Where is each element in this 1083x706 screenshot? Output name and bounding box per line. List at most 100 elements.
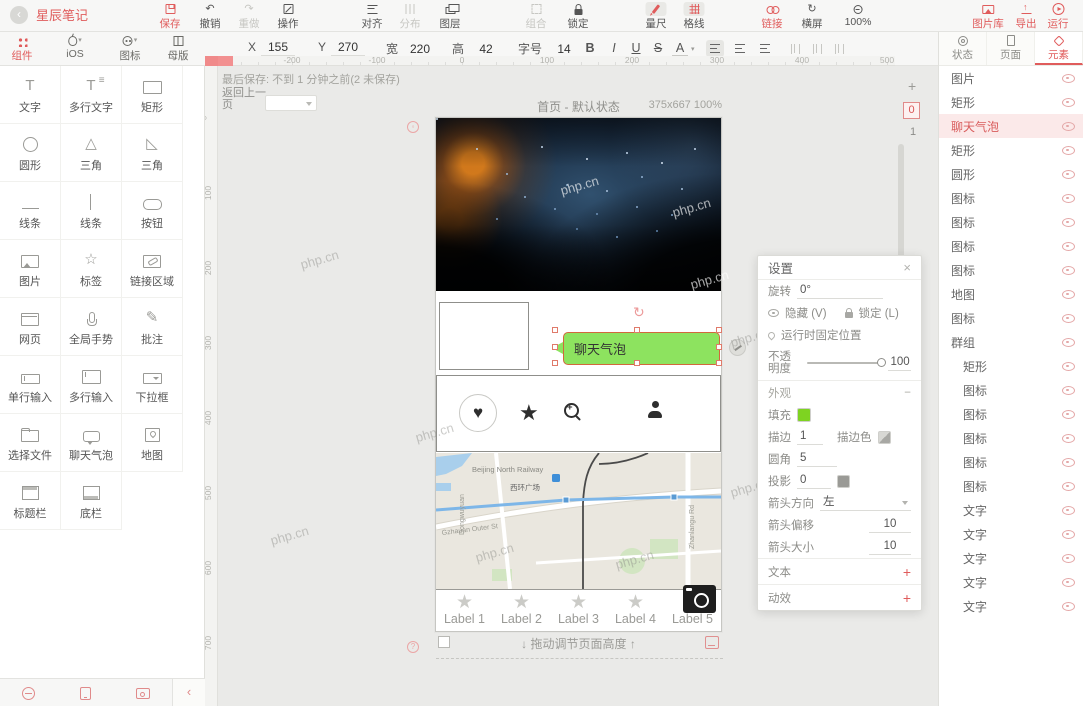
selection-handle[interactable]: [716, 360, 722, 366]
element-row[interactable]: 文字: [939, 546, 1083, 570]
visibility-eye-icon[interactable]: [1062, 169, 1074, 179]
element-row[interactable]: 矩形: [939, 138, 1083, 162]
element-row[interactable]: 文字: [939, 522, 1083, 546]
element-row[interactable]: 群组: [939, 330, 1083, 354]
font-color-caret-icon[interactable]: ▾: [691, 45, 695, 53]
selection-handle[interactable]: [552, 360, 558, 366]
visibility-eye-icon[interactable]: [1062, 73, 1074, 83]
visibility-eye-icon[interactable]: [1062, 457, 1074, 467]
camera-icon[interactable]: [683, 585, 716, 613]
tab-元素[interactable]: 元素: [1035, 32, 1083, 65]
selection-handle[interactable]: [634, 327, 640, 333]
gallery-button[interactable]: 图片库: [972, 2, 1004, 31]
strikethrough-button[interactable]: S: [650, 41, 666, 55]
visibility-eye-icon[interactable]: [1062, 217, 1074, 227]
element-row[interactable]: 图片: [939, 66, 1083, 90]
images-icon[interactable]: [136, 685, 150, 700]
lock-toggle[interactable]: 锁定 (L): [859, 305, 899, 321]
visibility-eye-icon[interactable]: [1062, 337, 1074, 347]
visibility-eye-icon[interactable]: [1062, 505, 1074, 515]
heart-circle-icon[interactable]: ♥: [459, 394, 497, 432]
link-handle-icon[interactable]: [729, 339, 746, 356]
element-row[interactable]: 地图: [939, 282, 1083, 306]
tab-状态[interactable]: 状态: [939, 32, 987, 65]
back-icon[interactable]: ‹: [10, 6, 28, 24]
library-tab-3[interactable]: 母版: [168, 34, 189, 63]
element-row[interactable]: 矩形: [939, 90, 1083, 114]
visibility-eye-icon[interactable]: [1062, 313, 1074, 323]
visibility-eye-icon[interactable]: [1062, 361, 1074, 371]
component-bottombar[interactable]: 底栏: [61, 472, 122, 530]
visibility-eye-icon[interactable]: [1062, 433, 1074, 443]
selection-handle[interactable]: [552, 327, 558, 333]
selection-handle[interactable]: [552, 344, 558, 350]
shadow-input[interactable]: 0: [797, 473, 831, 489]
element-row[interactable]: 聊天气泡: [939, 114, 1083, 138]
prop-input[interactable]: 155: [261, 40, 295, 56]
element-row[interactable]: 图标: [939, 186, 1083, 210]
landscape-button[interactable]: ↻横屏: [802, 2, 823, 31]
page-help-badge-icon[interactable]: ?: [407, 641, 419, 653]
visibility-eye-icon[interactable]: [1062, 145, 1074, 155]
state-1-button[interactable]: 1: [910, 126, 916, 138]
person-icon[interactable]: [647, 401, 663, 418]
component-tri[interactable]: △三角: [61, 124, 122, 182]
component-mapicon[interactable]: 地图: [122, 414, 183, 472]
tab-item-4[interactable]: ★Label 4: [607, 590, 664, 632]
component-file[interactable]: 选择文件: [0, 414, 61, 472]
fixed-position-toggle[interactable]: 运行时固定位置: [781, 327, 862, 343]
opacity-input[interactable]: 100: [888, 355, 911, 371]
fill-color-swatch[interactable]: [797, 408, 811, 422]
component-note[interactable]: ✎批注: [122, 298, 183, 356]
component-tag[interactable]: ☆标签: [61, 240, 122, 298]
rotate-input[interactable]: 0°: [797, 283, 883, 299]
link-button[interactable]: 链接: [762, 2, 783, 31]
element-row[interactable]: 图标: [939, 210, 1083, 234]
component-linkarea[interactable]: 链接区域: [122, 240, 183, 298]
selection-handle[interactable]: [634, 360, 640, 366]
visibility-eye-icon[interactable]: [1062, 601, 1074, 611]
hide-toggle[interactable]: 隐藏 (V): [785, 305, 827, 321]
hero-image[interactable]: [436, 118, 721, 291]
visibility-eye-icon[interactable]: [1062, 265, 1074, 275]
undo-button[interactable]: ↶撤销: [200, 2, 221, 31]
export-button[interactable]: 导出: [1016, 2, 1037, 31]
visibility-eye-icon[interactable]: [1062, 97, 1074, 107]
zoom-in-icon[interactable]: [564, 403, 580, 419]
icon-group-box[interactable]: ♥ ★: [436, 375, 721, 452]
element-row[interactable]: 图标: [939, 474, 1083, 498]
element-row[interactable]: 文字: [939, 498, 1083, 522]
component-bubble[interactable]: 聊天气泡: [61, 414, 122, 472]
element-row[interactable]: 文字: [939, 570, 1083, 594]
zoom-button[interactable]: 100%: [845, 2, 872, 28]
component-circle[interactable]: 圆形: [0, 124, 61, 182]
align-right-button[interactable]: [756, 40, 774, 57]
visibility-eye-icon[interactable]: [1062, 241, 1074, 251]
component-rect[interactable]: 矩形: [122, 66, 183, 124]
preview-device-icon[interactable]: [705, 636, 719, 649]
add-state-button[interactable]: +: [908, 78, 916, 94]
close-icon[interactable]: ×: [903, 260, 911, 275]
component-image[interactable]: 图片: [0, 240, 61, 298]
visibility-eye-icon[interactable]: [1062, 385, 1074, 395]
element-row[interactable]: 圆形: [939, 162, 1083, 186]
layers-button[interactable]: 图层: [440, 2, 461, 31]
element-row[interactable]: 图标: [939, 258, 1083, 282]
underline-button[interactable]: U: [628, 41, 644, 55]
ruler-button[interactable]: 量尺: [646, 2, 667, 31]
selection-handle[interactable]: [716, 327, 722, 333]
align-button[interactable]: 对齐: [362, 2, 383, 31]
shadow-color-swatch[interactable]: [837, 475, 850, 488]
collapse-section-icon[interactable]: −: [904, 387, 911, 399]
arrow-offset-input[interactable]: 10: [869, 517, 911, 533]
back-nav-select[interactable]: [265, 95, 317, 111]
save-button[interactable]: 保存: [160, 2, 181, 31]
add-text-button[interactable]: +: [903, 564, 911, 580]
component-tri2[interactable]: ◺三角: [122, 124, 183, 182]
visibility-eye-icon[interactable]: [1062, 193, 1074, 203]
rotate-handle-icon[interactable]: ↻: [633, 304, 645, 321]
valign-bottom-button[interactable]: [830, 40, 848, 57]
element-row[interactable]: 图标: [939, 426, 1083, 450]
tab-item-2[interactable]: ★Label 2: [493, 590, 550, 632]
distribute-button[interactable]: 分布: [400, 2, 421, 31]
